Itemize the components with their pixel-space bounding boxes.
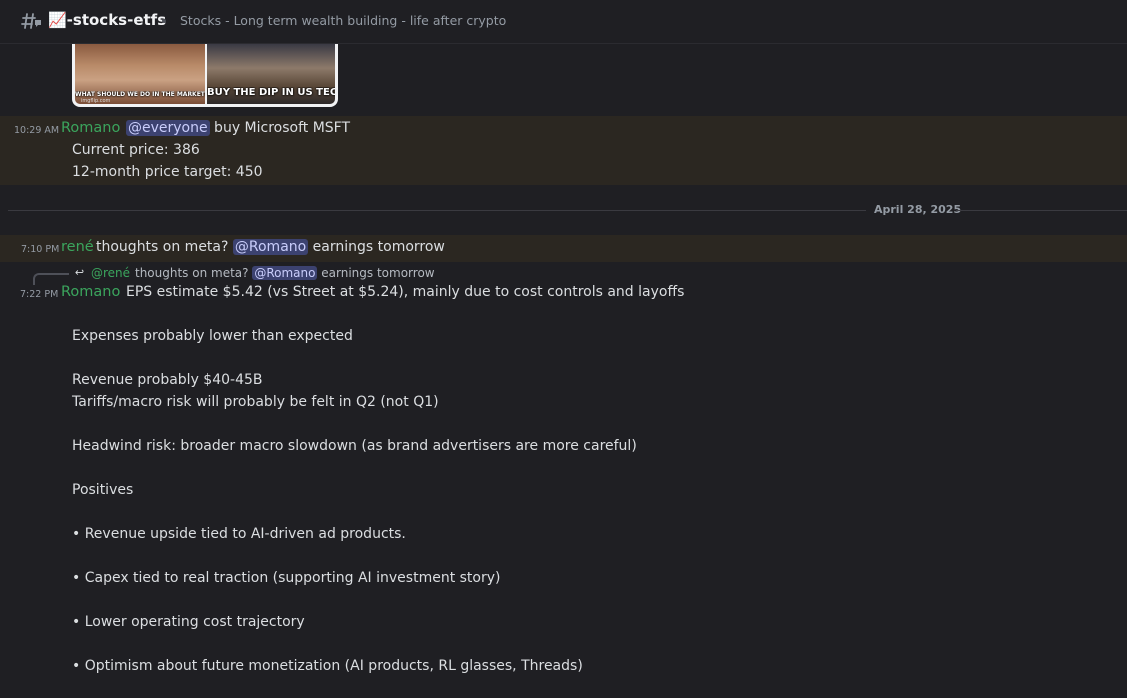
reply-arrow-icon: ↩ — [74, 266, 85, 279]
message-timestamp[interactable]: 7:22 PM — [20, 289, 58, 300]
date-divider-label: April 28, 2025 — [874, 203, 962, 216]
meme-left-caption: WHAT SHOULD WE DO IN THE MARKETS? — [75, 91, 205, 98]
message-line: 12-month price target: 450 — [72, 164, 263, 180]
message-text: buy Microsoft MSFT — [209, 120, 351, 136]
meme-left-panel: WHAT SHOULD WE DO IN THE MARKETS? imgfli… — [75, 44, 205, 104]
reply-preview[interactable]: thoughts on meta? @Romano earnings tomor… — [135, 266, 435, 280]
message-first-line: @everyone buy Microsoft MSFT — [126, 120, 350, 136]
message-line: Revenue probably $40-45B — [72, 372, 263, 388]
meme-credit: imgflip.com — [81, 98, 111, 104]
message-text: earnings tomorrow — [308, 239, 445, 255]
channel-topic[interactable]: Stocks - Long term wealth building - lif… — [180, 13, 506, 28]
message-line: Tariffs/macro risk will probably be felt… — [72, 394, 439, 410]
message-text: thoughts on meta? — [96, 239, 233, 255]
message-line: • Capex tied to real traction (supportin… — [72, 570, 501, 586]
message-timestamp[interactable]: 7:10 PM — [21, 244, 59, 255]
message-line: • Revenue upside tied to AI-driven ad pr… — [72, 526, 406, 542]
mention-romano[interactable]: @Romano — [232, 239, 309, 255]
message-first-line: EPS estimate $5.42 (vs Street at $5.24),… — [126, 284, 685, 300]
reply-author[interactable]: @rené — [91, 266, 130, 280]
meme-right-panel: BUY THE DIP IN US TECH! — [205, 44, 335, 104]
threaded-hash-icon[interactable] — [20, 10, 42, 32]
header-separator — [162, 19, 166, 23]
channel-name[interactable]: 📈-stocks-etfs — [48, 11, 166, 29]
message-author[interactable]: Romano — [61, 120, 120, 136]
message-timestamp[interactable]: 10:29 AM — [14, 125, 59, 136]
message-first-line: thoughts on meta? @Romano earnings tomor… — [96, 239, 445, 255]
message-line: Current price: 386 — [72, 142, 200, 158]
mention-everyone[interactable]: @everyone — [126, 120, 210, 136]
date-divider-right — [956, 210, 1127, 211]
message-line: • Lower operating cost trajectory — [72, 614, 305, 630]
message-author[interactable]: rené — [61, 239, 94, 255]
channel-header: 📈-stocks-etfs Stocks - Long term wealth … — [0, 0, 1127, 44]
reply-mention: @Romano — [252, 266, 318, 280]
message-line: Positives — [72, 482, 134, 498]
message-line: Headwind risk: broader macro slowdown (a… — [72, 438, 637, 454]
message-line: Expenses probably lower than expected — [72, 328, 353, 344]
message-author[interactable]: Romano — [61, 284, 120, 300]
message-line: • Optimism about future monetization (AI… — [72, 658, 583, 674]
meme-image[interactable]: WHAT SHOULD WE DO IN THE MARKETS? imgfli… — [72, 44, 338, 107]
meme-right-caption: BUY THE DIP IN US TECH! — [207, 87, 335, 98]
date-divider-left — [8, 210, 866, 211]
